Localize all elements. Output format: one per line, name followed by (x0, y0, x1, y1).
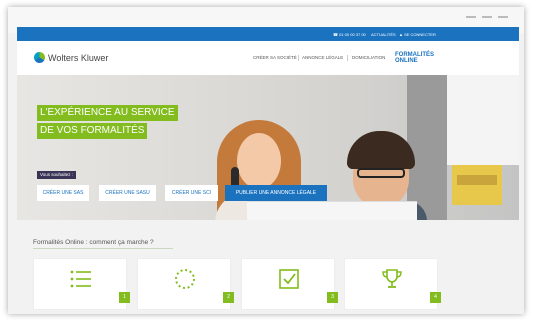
step-card-4[interactable]: 4 (344, 258, 441, 310)
maximize-icon[interactable] (482, 16, 492, 18)
top-utility-bar: ☎ 01 00 00 37 00 ACTUALITÉS ▲ SE CONNECT… (17, 27, 519, 41)
create-sas-button[interactable]: CRÉER UNE SAS (37, 185, 89, 201)
create-sasu-button[interactable]: CRÉER UNE SASU (99, 185, 156, 201)
trophy-icon (382, 269, 402, 288)
hero-prompt-label: Vous souhaitez : (37, 171, 77, 179)
step-number: 1 (119, 292, 130, 303)
hero-background-shelf-item (457, 175, 497, 185)
nav-item-annonce-legale[interactable]: ANNONCE LÉGALE (302, 55, 343, 60)
site-header: Wolters Kluwer CRÉER SA SOCIÉTÉ ANNONCE … (17, 41, 519, 75)
nav-item-creer-societe[interactable]: CRÉER SA SOCIÉTÉ (253, 55, 297, 60)
step-card-2[interactable]: 2 (137, 258, 234, 310)
hero-headline-line2: DE VOS FORMALITÉS (37, 123, 148, 139)
hero-background-shelf (452, 165, 502, 205)
step-number: 4 (430, 292, 441, 303)
wolters-kluwer-logo-icon[interactable] (34, 52, 45, 63)
step-number: 3 (327, 292, 338, 303)
dotted-circle-icon (175, 269, 195, 289)
nav-divider (347, 55, 348, 61)
step-card-1[interactable]: 1 (33, 258, 130, 310)
hero-photo-man-hair (347, 131, 415, 169)
nav-divider (298, 55, 299, 61)
hero-background-window (407, 75, 447, 220)
hero-photo-man-glasses (357, 168, 405, 178)
logo-text[interactable]: Wolters Kluwer (48, 53, 108, 63)
section-divider (33, 248, 173, 249)
list-icon (70, 270, 91, 288)
nav-item-domiciliation[interactable]: DOMICILIATION (352, 55, 385, 60)
login-link[interactable]: ▲ SE CONNECTER (399, 32, 436, 37)
news-link[interactable]: ACTUALITÉS (371, 32, 396, 37)
minimize-icon[interactable] (466, 16, 476, 18)
nav-active-line2: ONLINE (395, 58, 418, 64)
hero-photo-woman-face (237, 133, 281, 189)
step-number: 2 (223, 292, 234, 303)
hero-headline-line1: L'EXPÉRIENCE AU SERVICE (37, 105, 178, 121)
checkbox-icon (279, 269, 299, 289)
hero-photo-laptop (247, 201, 417, 220)
close-icon[interactable] (498, 16, 508, 18)
publish-legal-notice-button[interactable]: PUBLIER UNE ANNONCE LÉGALE (225, 185, 327, 201)
nav-item-formalites-online[interactable]: FORMALITÉS ONLINE (395, 52, 445, 64)
hero-background-wall (447, 75, 519, 165)
phone-number[interactable]: ☎ 01 00 00 37 00 (333, 32, 366, 37)
how-it-works-title: Formalités Online : comment ça marche ? (33, 239, 154, 246)
hero-banner: L'EXPÉRIENCE AU SERVICE DE VOS FORMALITÉ… (17, 75, 519, 220)
create-sci-button[interactable]: CRÉER UNE SCI (165, 185, 218, 201)
step-card-3[interactable]: 3 (241, 258, 338, 310)
